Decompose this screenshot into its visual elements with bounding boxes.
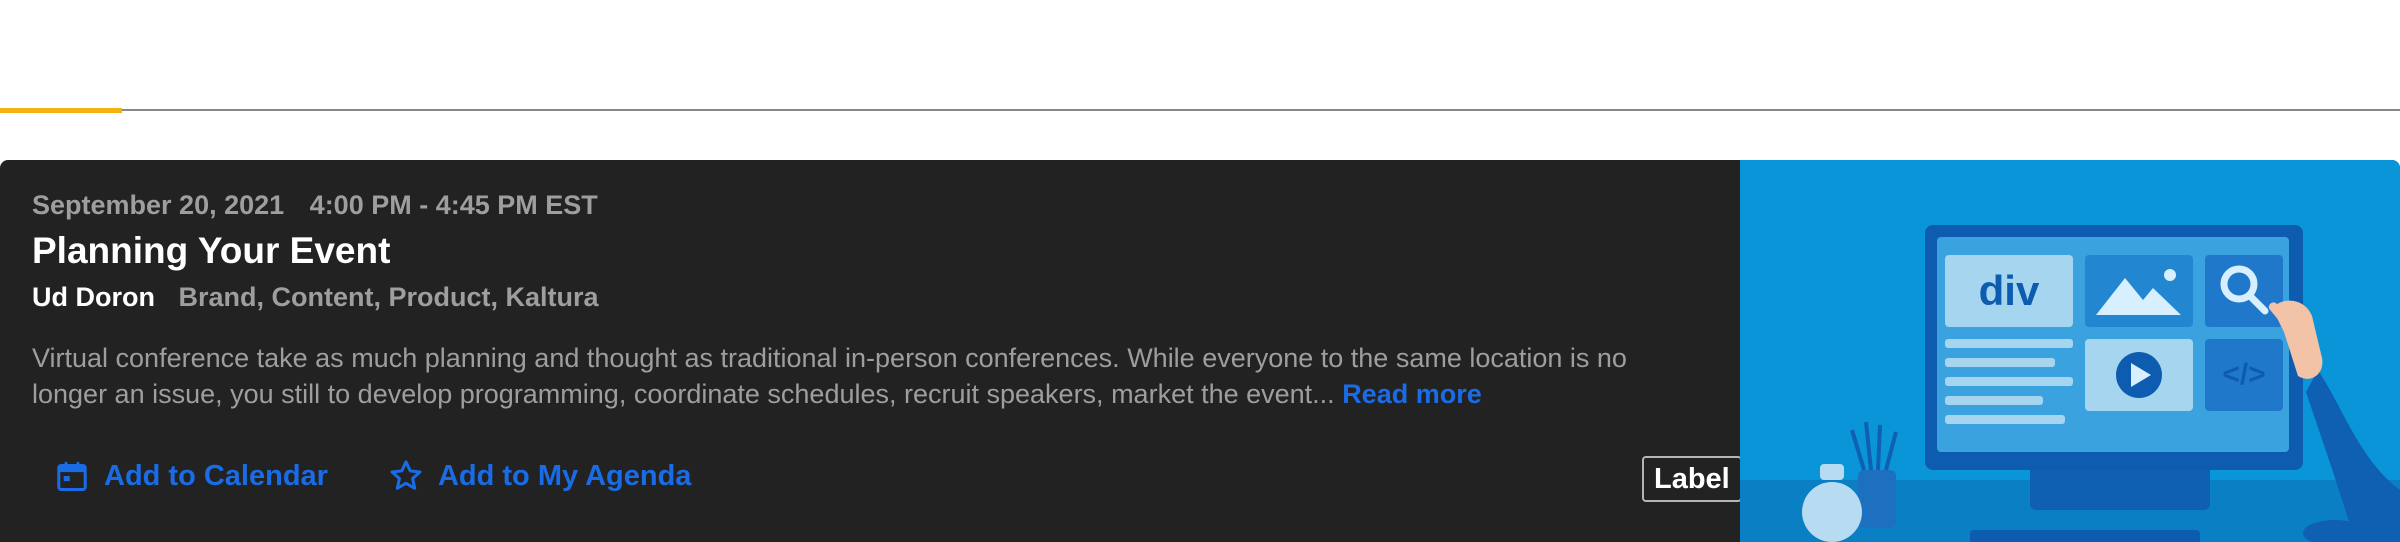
image-tile bbox=[2085, 255, 2193, 327]
presenter: Ud Doron Brand, Content, Product, Kaltur… bbox=[32, 282, 599, 313]
session-details: September 20, 2021 4:00 PM - 4:45 PM EST… bbox=[32, 160, 1742, 542]
add-to-agenda-button[interactable]: Add to My Agenda bbox=[388, 458, 691, 494]
session-datetime: September 20, 2021 4:00 PM - 4:45 PM EST bbox=[32, 190, 598, 221]
search-tile bbox=[2205, 255, 2283, 327]
add-to-agenda-label: Add to My Agenda bbox=[437, 459, 692, 492]
session-card: September 20, 2021 4:00 PM - 4:45 PM EST… bbox=[0, 160, 2400, 542]
code-tile-text: </> bbox=[2222, 358, 2265, 391]
add-to-calendar-label: Add to Calendar bbox=[104, 459, 328, 492]
session-description: Virtual conference take as much planning… bbox=[32, 340, 1672, 412]
session-date: September 20, 2021 bbox=[32, 190, 285, 220]
presenter-organizations: Brand, Content, Product, Kaltura bbox=[178, 282, 599, 312]
thumbnail-illustration: div </> bbox=[1740, 160, 2400, 542]
add-to-calendar-button[interactable]: Add to Calendar bbox=[54, 458, 328, 494]
star-outline-icon bbox=[390, 460, 422, 490]
div-tile-text: div bbox=[1979, 267, 2040, 314]
calendar-icon bbox=[57, 461, 87, 491]
session-actions: Add to Calendar Add to My Agenda bbox=[54, 456, 751, 496]
session-label-badge: Label bbox=[1642, 456, 1742, 502]
divider-line bbox=[0, 109, 2400, 111]
active-tab-indicator[interactable] bbox=[0, 108, 122, 113]
session-title[interactable]: Planning Your Event bbox=[32, 230, 390, 272]
tab-divider bbox=[0, 108, 2400, 113]
read-more-link[interactable]: Read more bbox=[1342, 379, 1482, 409]
session-thumbnail[interactable]: div </> bbox=[1740, 160, 2400, 542]
session-time: 4:00 PM - 4:45 PM EST bbox=[309, 190, 598, 220]
presenter-name[interactable]: Ud Doron bbox=[32, 282, 155, 312]
page: September 20, 2021 4:00 PM - 4:45 PM EST… bbox=[0, 0, 2400, 542]
